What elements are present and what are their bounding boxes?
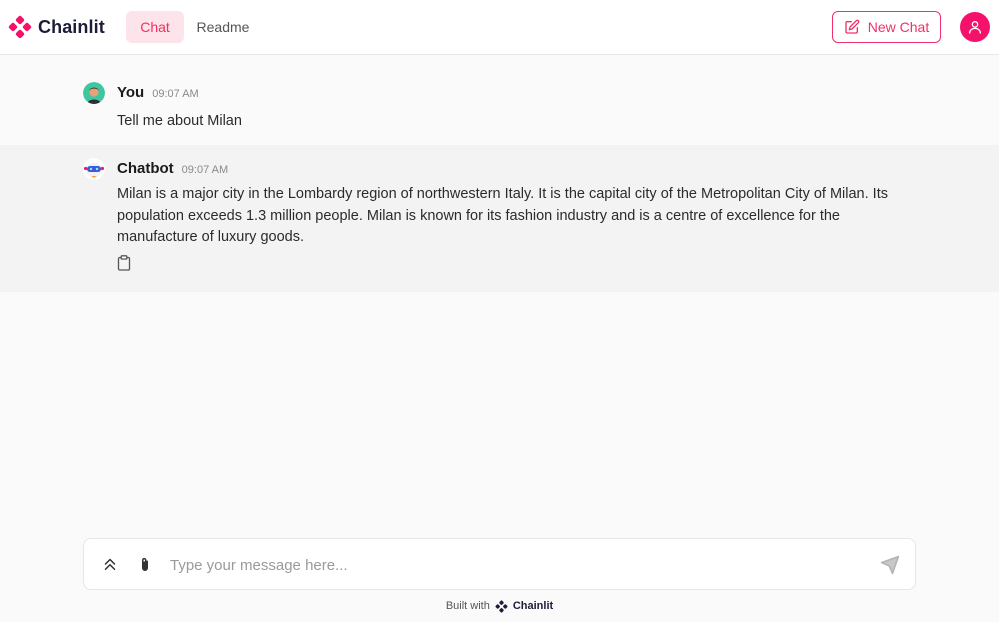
built-with-footer[interactable]: Built with Chainlit (0, 597, 999, 615)
paperclip-icon[interactable] (136, 555, 154, 575)
message-time: 09:07 AM (181, 164, 229, 176)
message-text: Tell me about Milan (117, 113, 242, 129)
send-icon[interactable] (880, 555, 900, 575)
new-chat-button[interactable]: New Chat (832, 11, 941, 43)
message-input[interactable] (170, 551, 870, 579)
message-header: Chatbot 09:07 AM (117, 160, 228, 177)
clipboard-icon[interactable] (117, 255, 131, 271)
message-time: 09:07 AM (152, 88, 199, 100)
robot-avatar-icon (83, 158, 105, 180)
message-author: Chatbot (117, 160, 174, 177)
edit-icon (845, 19, 860, 34)
chainlit-logo-icon (495, 599, 508, 613)
tab-chat[interactable]: Chat (126, 11, 184, 43)
new-chat-label: New Chat (867, 19, 930, 35)
top-bar: Chainlit Chat Readme New Chat (0, 0, 999, 55)
user-icon (969, 21, 981, 34)
message-author: You (117, 84, 145, 101)
message-header: You 09:07 AM (117, 84, 199, 101)
message-text: Milan is a major city in the Lombardy re… (117, 186, 888, 245)
message-chatbot: Chatbot 09:07 AM Milan is a major city i… (0, 145, 999, 292)
chevrons-up-icon[interactable] (101, 555, 119, 573)
user-avatar-icon (83, 82, 105, 104)
brand-name: Chainlit (38, 16, 105, 37)
chainlit-logo-icon (8, 15, 32, 39)
built-with-text: Built with (445, 600, 490, 612)
user-menu-button[interactable] (960, 12, 990, 42)
app-logo[interactable]: Chainlit (8, 14, 105, 40)
message-user: You 09:07 AM Tell me about Milan (0, 56, 999, 145)
message-composer (83, 538, 916, 590)
tab-readme[interactable]: Readme (190, 11, 256, 43)
footer-brand: Chainlit (512, 600, 554, 612)
